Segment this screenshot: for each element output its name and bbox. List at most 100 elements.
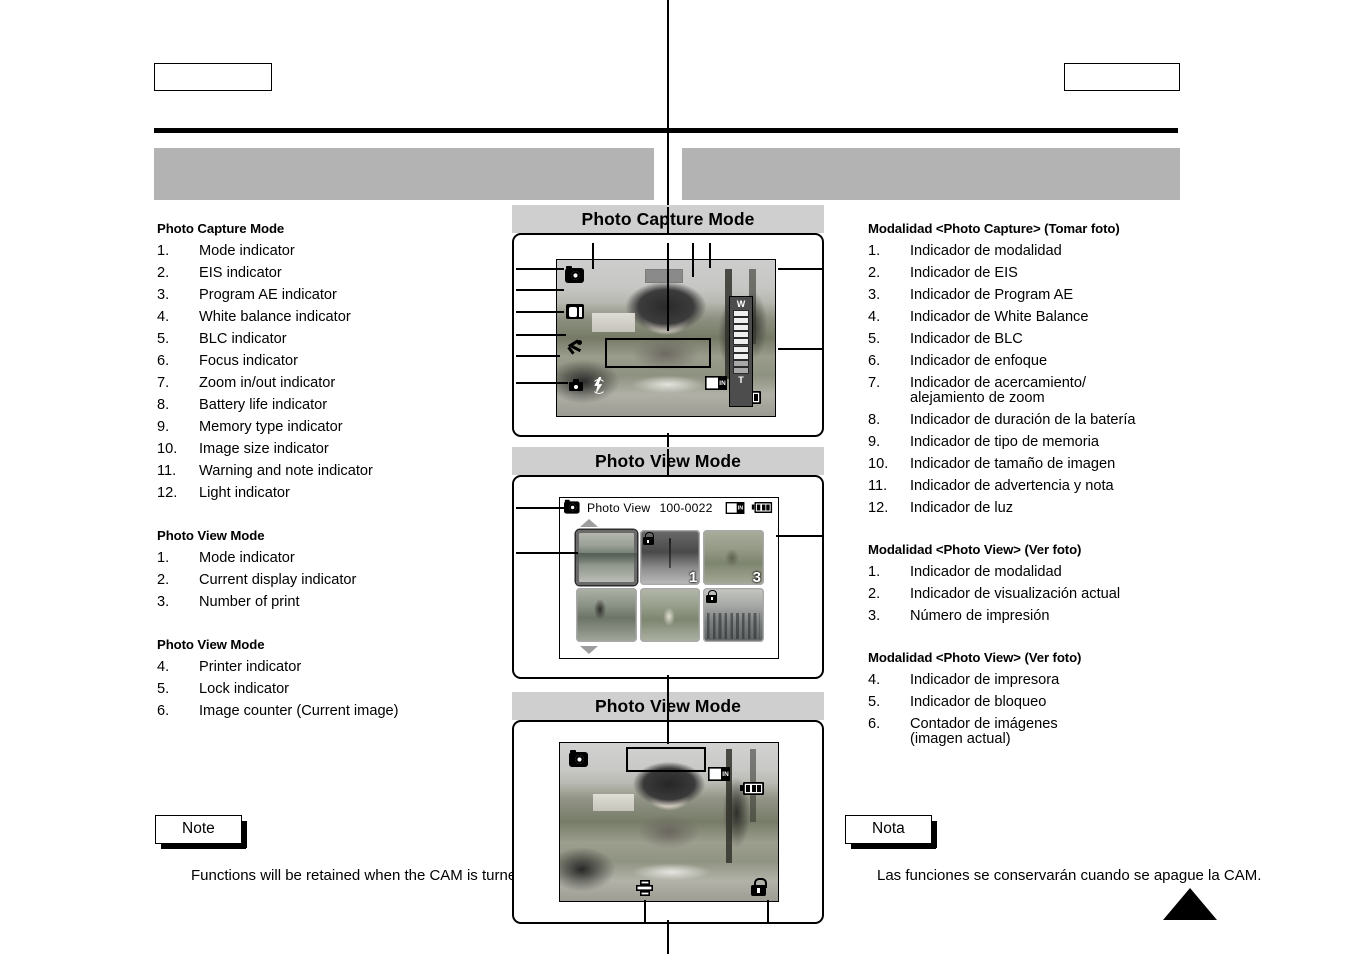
list-item: 4. Indicador de White Balance <box>868 309 1089 326</box>
blc-icon <box>567 415 583 416</box>
panel-frame-view-single: IN <box>512 690 824 950</box>
list-capture-es: 1. Indicador de modalidad 2. Indicador de … <box>868 244 1198 515</box>
page-number-box-left <box>154 63 272 91</box>
list-item: 11. Indicador de advertencia y nota <box>868 477 1114 494</box>
thumbnail-item[interactable] <box>576 587 637 642</box>
list-item: 6. Contador de imágenes (imagen actual) <box>868 715 1058 747</box>
flash-icon <box>592 377 606 394</box>
thumbnail-item[interactable]: 3 <box>703 530 764 585</box>
view-mode-header: Photo View 100-0022 IN <box>560 498 778 517</box>
list-view2-en: 4. Printer indicator 5. Lock indicator 6. I… <box>157 660 517 719</box>
leader-line <box>709 243 711 268</box>
leader-line <box>516 355 560 357</box>
lcd-screen-view-single: IN <box>559 742 779 902</box>
list-view2-es: 4. Indicador de impresora 5. Indicador de … <box>868 673 1198 746</box>
eis-icon <box>566 304 584 319</box>
view-mode-title: Photo View <box>587 500 651 515</box>
focus-indicator-box <box>605 338 711 368</box>
list-item: 3. Indicador de Program AE <box>868 287 1074 304</box>
list-item: 7. Zoom in/out indicator <box>157 375 336 392</box>
memory-type-icon: IN <box>725 501 745 514</box>
section-heading-capture-en: Photo Capture Mode <box>157 221 285 236</box>
list-item: 1. Mode indicator <box>157 243 295 260</box>
section-title-bar-right <box>682 148 1180 200</box>
leader-line <box>776 535 824 537</box>
list-item: 9. Indicador de tipo de memoria <box>868 433 1100 450</box>
header-rule <box>154 128 1178 133</box>
thumbnail-item[interactable] <box>703 587 764 642</box>
leader-line <box>516 311 564 313</box>
list-view1-es: 1. Indicador de modalidad 2. Indicador de … <box>868 565 1198 624</box>
list-item: 12. Indicador de luz <box>868 499 1014 516</box>
leader-line <box>667 207 669 235</box>
leader-line <box>516 382 568 384</box>
leader-line <box>516 289 564 291</box>
white-balance-icon <box>567 379 585 393</box>
leader-line <box>767 900 769 924</box>
panel-photo-view-single: Photo View Mode IN <box>512 690 824 950</box>
background-house <box>591 313 636 332</box>
print-count: 1 <box>688 568 698 585</box>
list-item: 6. Indicador de enfoque <box>868 353 1048 370</box>
note-block-es: Nota Las funciones se conservarán cuando… <box>845 815 1261 889</box>
thumbnail-item[interactable] <box>576 530 637 585</box>
scroll-up-icon[interactable] <box>580 519 598 527</box>
list-item: 3. Program AE indicator <box>157 287 337 304</box>
thumbnail-item[interactable] <box>639 587 701 642</box>
print-count: 3 <box>752 568 761 585</box>
list-item: 4. Indicador de impresora <box>868 671 1060 688</box>
image-size-indicator <box>645 269 683 283</box>
lock-icon <box>642 532 654 545</box>
list-item: 11. Warning and note indicator <box>157 463 373 480</box>
leader-line <box>667 449 669 477</box>
manual-page: Photo Capture Mode 1. Mode indicator 2. EI… <box>0 0 1348 954</box>
list-item: 5. Indicador de bloqueo <box>868 693 1047 710</box>
leader-line <box>667 722 669 744</box>
list-item: 1. Indicador de modalidad <box>868 243 1062 260</box>
leader-line <box>516 334 566 336</box>
list-item: 4. Printer indicator <box>157 659 302 676</box>
list-item: 6. Image counter (Current image) <box>157 703 399 720</box>
list-item: 4. White balance indicator <box>157 309 351 326</box>
section-heading-view1-en: Photo View Mode <box>157 528 265 544</box>
leader-line <box>667 243 669 331</box>
list-item: 8. Indicador de duración de la batería <box>868 411 1136 428</box>
list-item: 2. Current display indicator <box>157 572 357 589</box>
list-capture-en: 1. Mode indicator 2. EIS indicator 3. Progr… <box>157 244 517 500</box>
page-marker-triangle-icon <box>1163 888 1217 920</box>
list-item: 10. Indicador de tamaño de imagen <box>868 455 1116 472</box>
list-item: 1. Mode indicator <box>157 550 295 567</box>
panel-photo-capture: Photo Capture Mode IN W T <box>512 205 824 461</box>
scroll-down-icon[interactable] <box>580 646 598 654</box>
camera-icon <box>569 749 588 767</box>
thumbnail-item[interactable]: 1 <box>639 530 701 585</box>
battery-icon <box>740 782 764 795</box>
panel-frame-view-grid: Photo View 100-0022 IN 1 3 <box>512 449 824 703</box>
list-item: 3. Number of print <box>157 594 300 611</box>
file-number: 100-0022 <box>659 500 713 515</box>
memory-type-icon: IN <box>708 767 730 781</box>
printer-icon <box>636 880 653 896</box>
leader-line <box>778 348 824 350</box>
list-item: 5. BLC indicator <box>157 331 287 348</box>
note-text-en: Functions will be retained when the CAM … <box>191 867 554 884</box>
leader-line <box>667 920 669 950</box>
lock-icon <box>706 589 718 603</box>
panel-frame-capture: IN W T <box>512 207 824 461</box>
section-heading-view1-es: Modalidad <Photo View> (Ver foto) <box>868 541 1082 557</box>
leader-line <box>592 243 594 269</box>
list-item: 5. Lock indicator <box>157 681 290 698</box>
list-item: 9. Memory type indicator <box>157 419 343 436</box>
list-item: 8. Battery life indicator <box>157 397 328 414</box>
lcd-screen-capture: IN W T <box>556 259 776 417</box>
section-heading-view2-en: Photo View Mode <box>157 637 265 653</box>
battery-icon <box>751 501 773 514</box>
list-item: 6. Focus indicator <box>157 353 298 370</box>
leader-line <box>516 552 578 554</box>
note-text-es: Las funciones se conservarán cuando se a… <box>877 867 1262 884</box>
list-item: 12. Light indicator <box>157 485 290 502</box>
section-heading-view2-es: Modalidad <Photo View> (Ver foto) <box>868 649 1082 665</box>
program-ae-icon <box>566 339 584 356</box>
note-block-en: Note Functions will be retained when the… <box>155 815 553 889</box>
current-display-box <box>626 747 706 772</box>
